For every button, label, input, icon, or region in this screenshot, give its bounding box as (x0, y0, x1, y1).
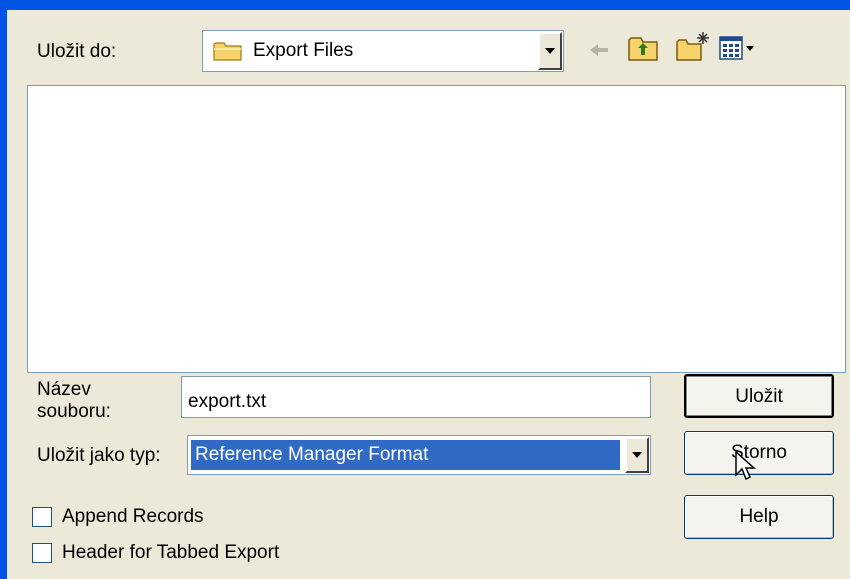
save-in-dropdown[interactable]: Export Files (202, 30, 564, 72)
filename-label-line2: souboru: (37, 401, 111, 422)
cancel-button[interactable]: Storno (684, 431, 834, 475)
append-records-label[interactable]: Append Records (62, 506, 204, 528)
folder-icon (213, 40, 243, 68)
filename-label: Název souboru: (37, 379, 111, 423)
new-folder-icon[interactable] (675, 30, 711, 70)
header-tabbed-export-checkbox[interactable] (32, 543, 52, 563)
header-tabbed-export-label[interactable]: Header for Tabbed Export (62, 542, 279, 564)
filename-input[interactable] (181, 376, 651, 418)
file-list[interactable] (27, 85, 846, 373)
mouse-cursor-icon (735, 450, 757, 489)
save-as-type-dropdown[interactable]: Reference Manager Format (187, 435, 651, 475)
back-arrow-icon[interactable] (587, 38, 611, 68)
save-in-value: Export Files (253, 40, 354, 61)
save-in-dropdown-button[interactable] (538, 32, 562, 70)
save-as-type-dropdown-button[interactable] (625, 437, 649, 473)
filename-label-line1: Název (37, 379, 91, 400)
save-as-type-label: Uložit jako typ: (37, 445, 161, 466)
up-folder-icon[interactable] (627, 32, 661, 70)
save-button[interactable]: Uložit (684, 374, 834, 418)
append-records-checkbox[interactable] (32, 507, 52, 527)
save-dialog: Uložit do: Export Files Název souboru: e… (7, 10, 850, 579)
help-button[interactable]: Help (684, 495, 834, 539)
view-menu-icon[interactable] (719, 36, 759, 68)
save-in-label: Uložit do: (37, 41, 117, 62)
save-as-type-value: Reference Manager Format (191, 440, 620, 470)
